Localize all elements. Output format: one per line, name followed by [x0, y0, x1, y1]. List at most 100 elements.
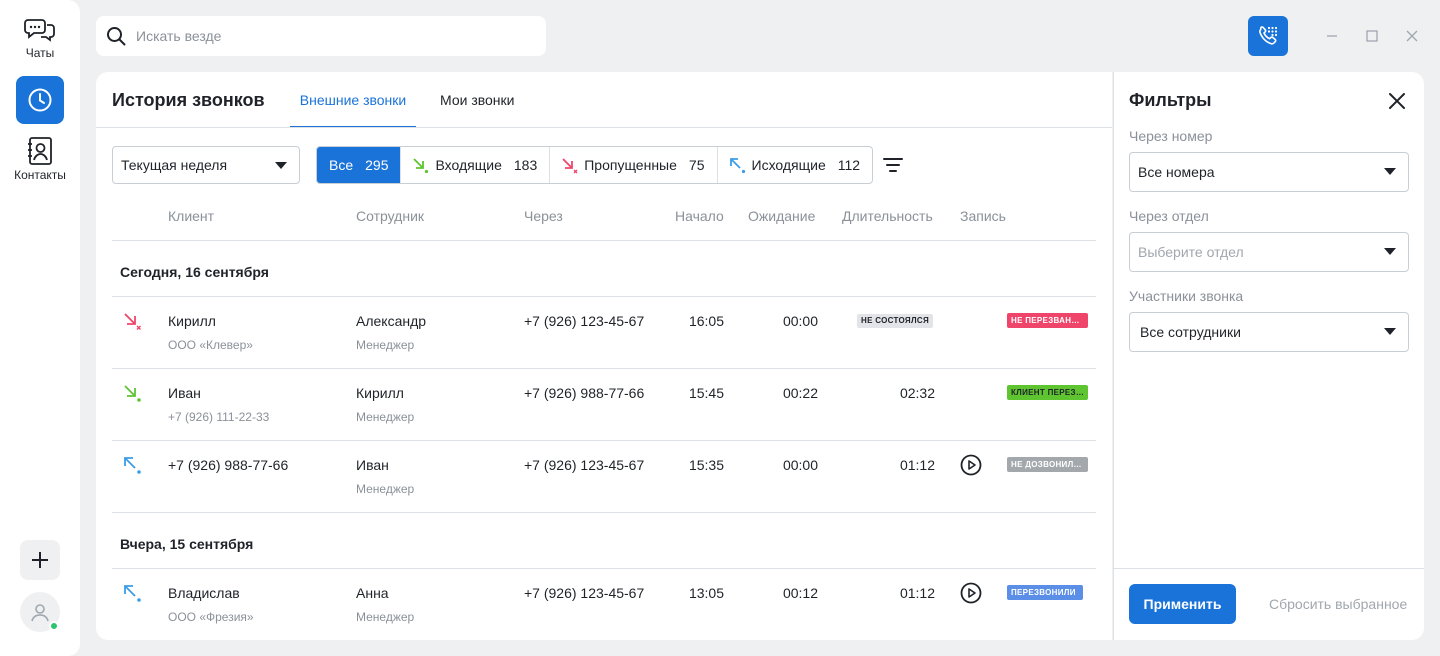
client-name[interactable]: Владислав [168, 585, 240, 601]
via-number: +7 (926) 123-45-67 [524, 457, 645, 473]
reset-button[interactable]: Сбросить выбранное [1269, 596, 1407, 612]
number-select-value: Все номера [1138, 164, 1215, 180]
nav-contacts[interactable]: Контакты [0, 136, 80, 182]
global-search[interactable] [96, 16, 546, 56]
duration: 02:32 [899, 385, 935, 401]
chat-icon [24, 19, 55, 42]
online-status-dot [49, 621, 59, 631]
nav-call-history[interactable] [16, 76, 64, 124]
table-row[interactable]: Иван +7 (926) 111-22-33 Кирилл Менеджер … [112, 369, 1096, 441]
segment-incoming-label: Входящие [435, 157, 502, 173]
client-company: ООО «Клевер» [168, 338, 253, 352]
employee-role: Менеджер [356, 610, 415, 624]
column-start: Начало [675, 208, 724, 224]
filters-panel: Фильтры Через номер Все номера Через отд… [1113, 72, 1424, 640]
column-via: Через [524, 208, 563, 224]
client-name[interactable]: Кирилл [168, 313, 216, 329]
employee-role: Менеджер [356, 482, 415, 496]
close-window-button[interactable] [1402, 26, 1422, 46]
client-name[interactable]: +7 (926) 988-77-66 [168, 457, 288, 473]
table-row[interactable]: Кирилл ООО «Клевер» Александр Менеджер +… [112, 297, 1096, 369]
column-record: Запись [960, 208, 1006, 224]
participants-select-value: Все сотрудники [1140, 324, 1241, 340]
filter-icon[interactable] [882, 154, 904, 176]
wait-time: 00:00 [782, 313, 818, 329]
employee-role: Менеджер [356, 338, 415, 352]
table-row[interactable]: Владислав ООО «Фрезия» Анна Менеджер +7 … [112, 569, 1096, 640]
client-company: ООО «Фрезия» [168, 610, 254, 624]
employee-role: Менеджер [356, 410, 415, 424]
segment-missed-label: Пропущенные [584, 157, 677, 173]
add-button[interactable] [20, 540, 60, 580]
segment-incoming[interactable]: Входящие 183 [401, 147, 551, 183]
dept-select[interactable]: Выберите отдел [1129, 232, 1409, 272]
table-header: Клиент Сотрудник Через Начало Ожидание Д… [112, 208, 1096, 241]
number-filter-label: Через номер [1129, 128, 1213, 144]
clock-icon [28, 88, 52, 112]
segment-missed[interactable]: Пропущенные 75 [550, 147, 718, 183]
chevron-down-icon [275, 162, 287, 169]
outgoing-call-icon [124, 585, 141, 602]
outgoing-call-icon [729, 158, 745, 174]
maximize-button[interactable] [1362, 26, 1382, 46]
divider [112, 512, 1096, 513]
incoming-call-icon [413, 158, 429, 174]
status-badge: КЛИЕНТ ПЕРЕЗВОНИЛ [1007, 385, 1088, 400]
start-time: 13:05 [688, 585, 724, 601]
duration-badge: НЕ СОСТОЯЛСЯ [857, 314, 934, 328]
left-nav-rail: Чаты Контакты [0, 0, 80, 656]
nav-chats[interactable]: Чаты [0, 16, 80, 60]
contacts-icon [28, 137, 52, 165]
duration: 01:12 [899, 457, 935, 473]
dept-filter-label: Через отдел [1129, 208, 1209, 224]
filters-title: Фильтры [1129, 90, 1212, 110]
nav-chats-label: Чаты [25, 46, 55, 60]
segment-outgoing[interactable]: Исходящие 112 [718, 147, 873, 183]
apply-button[interactable]: Применить [1129, 584, 1236, 624]
call-history-panel: История звонков Внешние звонки Мои звонк… [96, 72, 1112, 640]
wait-time: 00:00 [782, 457, 818, 473]
group-title: Сегодня, 16 сентября [120, 264, 269, 280]
play-recording-icon[interactable] [960, 582, 982, 604]
period-select-value: Текущая неделя [121, 157, 228, 173]
segment-all[interactable]: Все 295 [317, 147, 402, 183]
tab-external-calls[interactable]: Внешние звонки [290, 92, 416, 128]
via-number: +7 (926) 988-77-66 [524, 385, 645, 401]
play-recording-icon[interactable] [960, 454, 982, 476]
plus-icon [32, 552, 48, 568]
start-time: 16:05 [688, 313, 724, 329]
employee-name: Александр [356, 313, 427, 329]
page-title: История звонков [112, 90, 265, 110]
employee-name: Кирилл [356, 385, 404, 401]
table-row[interactable]: +7 (926) 988-77-66 Иван Менеджер +7 (926… [112, 441, 1096, 513]
client-name[interactable]: Иван [168, 385, 201, 401]
segment-outgoing-label: Исходящие [751, 157, 826, 173]
via-number: +7 (926) 123-45-67 [524, 585, 645, 601]
divider [1114, 568, 1424, 569]
start-time: 15:35 [688, 457, 724, 473]
dialpad-button[interactable] [1248, 16, 1288, 56]
column-employee: Сотрудник [356, 208, 425, 224]
segment-outgoing-count: 112 [837, 157, 861, 173]
user-avatar[interactable] [20, 592, 60, 632]
period-select[interactable]: Текущая неделя [112, 146, 300, 184]
status-badge: ПЕРЕЗВОНИЛИ [1007, 585, 1083, 600]
column-duration: Длительность [842, 208, 933, 224]
segment-incoming-count: 183 [513, 157, 538, 173]
participants-select[interactable]: Все сотрудники [1129, 312, 1409, 352]
search-input[interactable] [136, 28, 516, 44]
status-badge: НЕ ДОЗВОНИЛИСЬ [1007, 457, 1088, 472]
close-icon[interactable] [1386, 90, 1408, 112]
tabs-divider [96, 127, 1112, 128]
start-time: 15:45 [688, 385, 724, 401]
close-icon [1406, 30, 1418, 42]
missed-call-icon [562, 158, 578, 174]
wait-time: 00:12 [782, 585, 818, 601]
segment-all-label: Все [329, 157, 354, 173]
segment-all-count: 295 [365, 157, 389, 173]
number-select[interactable]: Все номера [1129, 152, 1409, 192]
client-phone: +7 (926) 111-22-33 [168, 410, 270, 424]
tab-my-calls[interactable]: Мои звонки [440, 92, 514, 128]
minimize-button[interactable] [1322, 26, 1342, 46]
via-number: +7 (926) 123-45-67 [524, 313, 645, 329]
